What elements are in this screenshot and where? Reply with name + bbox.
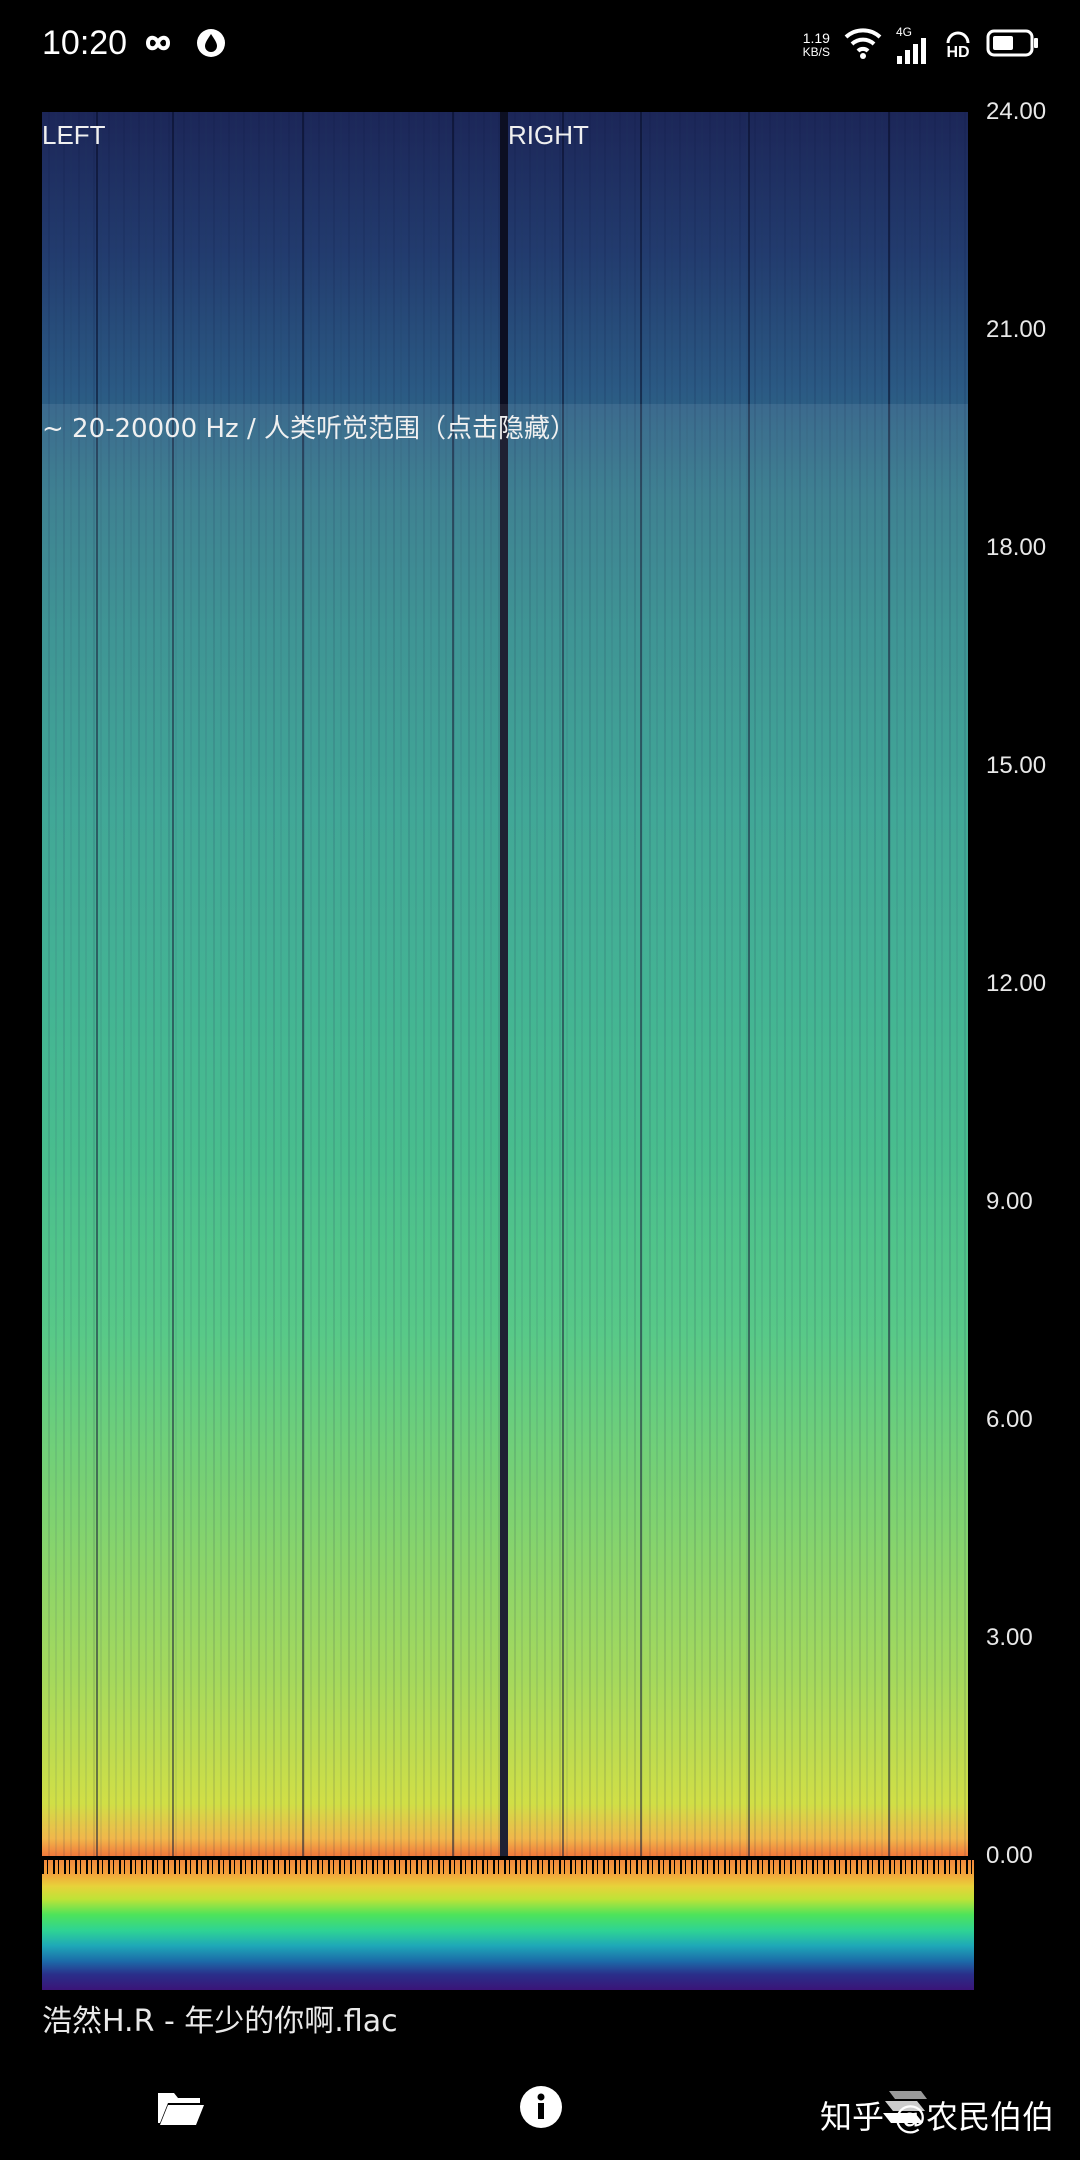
net-speed-value: 1.19: [802, 30, 830, 46]
left-channel-label: LEFT: [42, 120, 106, 150]
folder-open-icon: [156, 2087, 206, 2131]
app-notification-icon: [194, 26, 228, 64]
freq-tick-label: 6.00: [986, 1406, 1033, 1433]
status-time: 10:20: [42, 24, 128, 62]
waveform-edge: [42, 1860, 974, 1874]
freq-tick-label: 0.00: [986, 1842, 1033, 1869]
status-right-icons: 1.19 KB/S 4G HD: [803, 26, 1040, 64]
hd-label: HD: [946, 44, 970, 61]
status-left-icons: [138, 26, 228, 64]
right-channel-label: RIGHT: [508, 120, 589, 150]
file-name: 浩然H.R - 年少的你啊.flac: [42, 2004, 398, 2039]
freq-tick-label: 18.00: [986, 534, 1047, 561]
info-icon: [519, 2085, 563, 2133]
open-file-button[interactable]: [146, 2074, 216, 2144]
freq-tick-label: 12.00: [986, 970, 1047, 997]
status-bar: 10:20 1.19 KB/S 4G HD: [0, 0, 1080, 92]
freq-tick-label: 24.00: [986, 98, 1047, 125]
spectrogram-view[interactable]: ~ 20-20000 Hz / 人类听觉范围（点击隐藏） LEFT RIGHT: [42, 112, 968, 1856]
wifi-icon: [844, 27, 882, 63]
freq-tick-label: 9.00: [986, 1188, 1033, 1215]
hearing-range-overlay[interactable]: [42, 404, 968, 1856]
freq-tick-label: 15.00: [986, 752, 1047, 779]
info-button[interactable]: [506, 2074, 576, 2144]
hearing-range-label[interactable]: ~ 20-20000 Hz / 人类听觉范围（点击隐藏）: [42, 408, 576, 445]
freq-tick-label: 21.00: [986, 316, 1047, 343]
cellular-signal-icon: 4G: [896, 26, 930, 64]
battery-icon: [986, 28, 1040, 62]
hd-voice-icon: HD: [944, 29, 972, 61]
net-speed-indicator: 1.19 KB/S: [803, 31, 830, 59]
volume-level-strip[interactable]: [42, 1860, 974, 1990]
frequency-axis: 24.00 21.00 18.00 15.00 12.00 9.00 6.00 …: [986, 98, 1076, 1869]
infinity-icon: [138, 26, 178, 64]
network-type-label: 4G: [896, 25, 913, 39]
net-speed-unit: KB/S: [802, 45, 830, 59]
freq-tick-label: 3.00: [986, 1624, 1033, 1651]
zhihu-watermark: 知乎 @农民伯伯: [820, 2098, 1055, 2136]
